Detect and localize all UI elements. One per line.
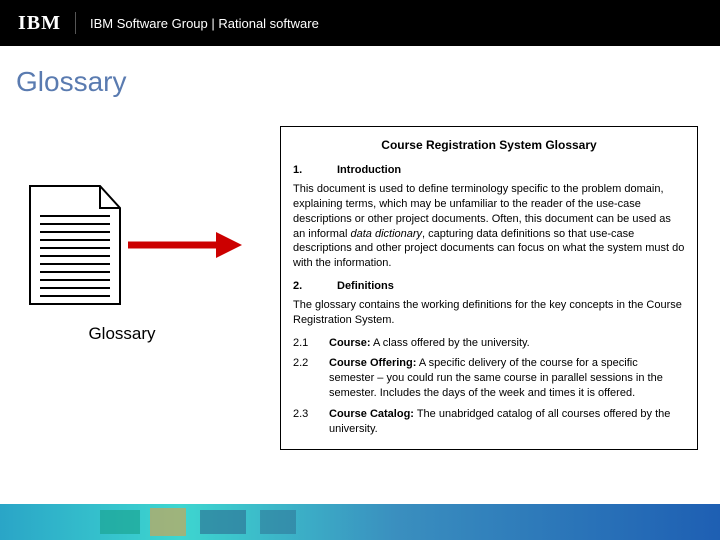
header-divider — [75, 12, 76, 34]
definition-2-2: 2.2 Course Offering: A specific delivery… — [293, 356, 685, 401]
header-bar: IBM IBM Software Group | Rational softwa… — [0, 0, 720, 46]
section-2-heading: 2. Definitions — [293, 279, 685, 294]
left-column: Glossary — [22, 126, 262, 450]
def-2-1-text: A class offered by the university. — [371, 337, 530, 349]
intro-italic: data dictionary — [350, 228, 422, 240]
ibm-logo: IBM — [18, 12, 61, 35]
definitions-intro: The glossary contains the working defini… — [293, 298, 685, 328]
section-1-label: Introduction — [337, 163, 401, 178]
definition-2-1: 2.1 Course: A class offered by the unive… — [293, 336, 685, 351]
def-2-1-term: Course: — [329, 337, 371, 349]
def-2-3-number: 2.3 — [293, 407, 315, 437]
definition-2-3: 2.3 Course Catalog: The unabridged catal… — [293, 407, 685, 437]
header-subtitle: IBM Software Group | Rational software — [90, 16, 319, 31]
def-2-1-number: 2.1 — [293, 336, 315, 351]
section-2-label: Definitions — [337, 279, 394, 294]
content-area: Glossary Course Registration System Glos… — [0, 98, 720, 450]
section-2-number: 2. — [293, 279, 317, 294]
def-2-2-number: 2.2 — [293, 356, 315, 401]
section-1-heading: 1. Introduction — [293, 163, 685, 178]
def-2-2-term: Course Offering: — [329, 357, 416, 369]
document-icon — [22, 182, 128, 308]
footer-decorative-bar — [0, 504, 720, 540]
section-1-number: 1. — [293, 163, 317, 178]
document-label: Glossary — [22, 324, 222, 344]
glossary-box: Course Registration System Glossary 1. I… — [280, 126, 698, 450]
arrow-icon — [124, 227, 244, 263]
page-title: Glossary — [0, 46, 720, 98]
intro-paragraph: This document is used to define terminol… — [293, 182, 685, 271]
doc-arrow-row — [22, 182, 244, 308]
glossary-box-title: Course Registration System Glossary — [293, 137, 685, 153]
def-2-3-term: Course Catalog: — [329, 408, 414, 420]
